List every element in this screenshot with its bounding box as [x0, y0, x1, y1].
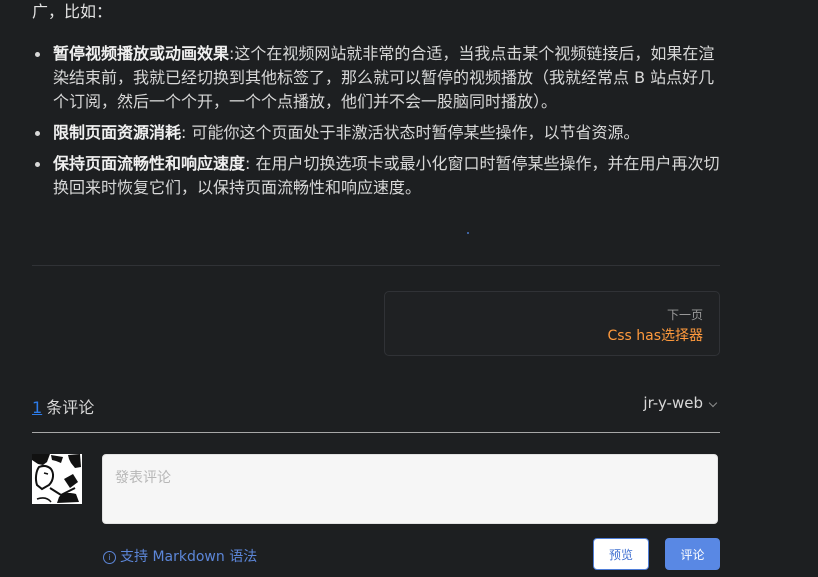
comment-count-label: 条评论: [46, 398, 95, 417]
bullet-dot: [35, 52, 40, 57]
info-icon: i: [103, 551, 116, 564]
user-name: jr-y-web: [643, 394, 703, 412]
submit-comment-button[interactable]: 评论: [665, 538, 720, 570]
user-menu-button[interactable]: jr-y-web: [643, 394, 718, 412]
list-item-text: : 可能你这个页面处于非激活状态时暂停某些操作，以节省资源。: [181, 123, 640, 142]
list-item: 限制页面资源消耗: 可能你这个页面处于非激活状态时暂停某些操作，以节省资源。: [32, 121, 722, 145]
bullet-dot: [35, 131, 40, 136]
next-page-title: Css has选择器: [607, 328, 703, 344]
comments-divider: [32, 432, 720, 433]
next-page-label: 下一页: [666, 308, 703, 322]
markdown-tip-label: 支持 Markdown 语法: [120, 549, 258, 565]
comments-header: 1 条评论 jr-y-web: [32, 394, 720, 418]
article-intro-text: 广，比如：: [32, 2, 113, 21]
list-item-title: 限制页面资源消耗: [53, 123, 182, 142]
preview-button[interactable]: 预览: [593, 538, 649, 570]
comment-input[interactable]: [102, 454, 718, 524]
markdown-tip[interactable]: i 支持 Markdown 语法: [103, 546, 257, 566]
avatar: [32, 454, 82, 504]
decorative-dot: [467, 232, 469, 234]
list-item: 暂停视频播放或动画效果:这个在视频网站就非常的合适，当我点击某个视频链接后，如果…: [32, 42, 722, 114]
list-item-title: 保持页面流畅性和响应速度: [53, 154, 246, 173]
list-item-title: 暂停视频播放或动画效果: [53, 44, 230, 63]
content-divider: [32, 265, 720, 266]
article-bullet-list: 暂停视频播放或动画效果:这个在视频网站就非常的合适，当我点击某个视频链接后，如果…: [32, 42, 722, 207]
list-item: 保持页面流畅性和响应速度: 在用户切换选项卡或最小化窗口时暂停某些操作，并在用户…: [32, 152, 722, 200]
chevron-down-icon: [708, 398, 718, 408]
next-page-card[interactable]: 下一页 Css has选择器: [384, 291, 720, 356]
avatar-cat-icon: [32, 454, 82, 504]
comment-count-link[interactable]: 1: [32, 398, 42, 417]
bullet-dot: [35, 162, 40, 167]
